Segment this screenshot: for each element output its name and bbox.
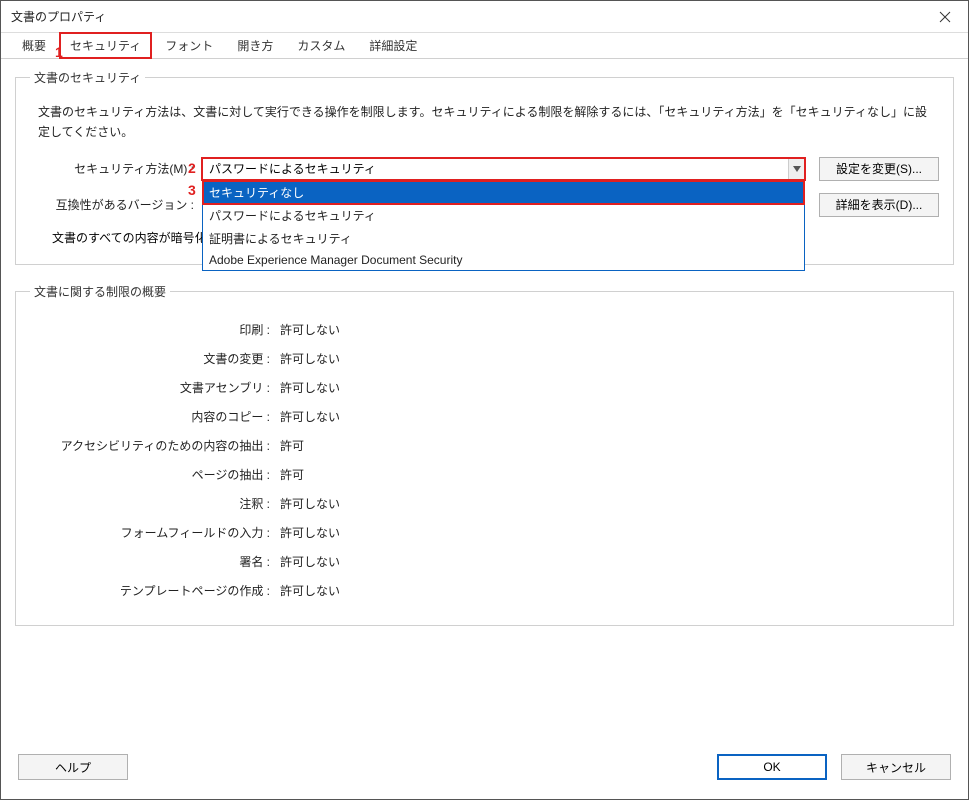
right-buttons: OK キャンセル [717,754,951,780]
content-area: 文書のセキュリティ 文書のセキュリティ方法は、文書に対して実行できる操作を制限し… [1,59,968,704]
security-groupbox: 文書のセキュリティ 文書のセキュリティ方法は、文書に対して実行できる操作を制限し… [15,69,954,265]
restriction-value: 許可しない [280,553,340,570]
tab-custom[interactable]: カスタム [286,32,356,58]
annotation-1: 1 [55,44,63,60]
restriction-label: 印刷 : [30,321,280,338]
security-description: 文書のセキュリティ方法は、文書に対して実行できる操作を制限します。セキュリティに… [38,102,935,143]
restriction-label: 署名 : [30,553,280,570]
dialog-footer: ヘルプ OK キャンセル [0,748,969,800]
option-certificate-security[interactable]: 証明書によるセキュリティ [203,227,804,250]
security-method-value: パスワードによるセキュリティ [209,160,376,177]
restriction-row: 内容のコピー :許可しない [30,408,939,425]
security-method-select[interactable]: パスワードによるセキュリティ [202,158,805,180]
title-bar: 文書のプロパティ [1,1,968,33]
restriction-label: 注釈 : [30,495,280,512]
restriction-label: アクセシビリティのための内容の抽出 : [30,437,280,454]
restriction-label: フォームフィールドの入力 : [30,524,280,541]
restriction-label: 内容のコピー : [30,408,280,425]
restriction-row: 注釈 :許可しない [30,495,939,512]
restriction-value: 許可しない [280,495,340,512]
restriction-row: アクセシビリティのための内容の抽出 :許可 [30,437,939,454]
restriction-row: ページの抽出 :許可 [30,466,939,483]
tab-advanced[interactable]: 詳細設定 [358,32,428,58]
restrictions-groupbox: 文書に関する制限の概要 印刷 :許可しない文書の変更 :許可しない文書アセンブリ… [15,283,954,626]
annotation-2: 2 [188,160,196,176]
restriction-value: 許可 [280,437,304,454]
close-button[interactable] [922,1,968,33]
help-button[interactable]: ヘルプ [18,754,128,780]
tab-strip: 概要 セキュリティ フォント 開き方 カスタム 詳細設定 [1,33,968,59]
tab-security[interactable]: セキュリティ [59,32,152,59]
restriction-value: 許可しない [280,379,340,396]
show-details-button[interactable]: 詳細を表示(D)... [819,193,939,217]
restriction-value: 許可しない [280,350,340,367]
restriction-row: 文書アセンブリ :許可しない [30,379,939,396]
tab-fonts[interactable]: フォント [154,32,224,58]
encrypt-label: 文書のすべての内容が暗号化 [30,229,207,246]
restrictions-legend: 文書に関する制限の概要 [30,283,170,300]
restriction-label: ページの抽出 : [30,466,280,483]
annotation-3: 3 [188,182,196,198]
restriction-row: フォームフィールドの入力 :許可しない [30,524,939,541]
option-aem-security[interactable]: Adobe Experience Manager Document Securi… [203,250,804,270]
compatibility-label: 互換性があるバージョン : [30,196,202,213]
chevron-down-icon [788,159,804,179]
restriction-value: 許可しない [280,321,340,338]
restriction-row: 印刷 :許可しない [30,321,939,338]
change-settings-button[interactable]: 設定を変更(S)... [819,157,939,181]
restriction-value: 許可しない [280,408,340,425]
restriction-row: 文書の変更 :許可しない [30,350,939,367]
restriction-label: 文書の変更 : [30,350,280,367]
restriction-label: 文書アセンブリ : [30,379,280,396]
security-legend: 文書のセキュリティ [30,69,145,86]
tab-summary[interactable]: 概要 [11,32,57,58]
restriction-label: テンプレートページの作成 : [30,582,280,599]
restriction-row: テンプレートページの作成 :許可しない [30,582,939,599]
restriction-value: 許可しない [280,524,340,541]
restriction-value: 許可 [280,466,304,483]
close-icon [939,11,951,23]
cancel-button[interactable]: キャンセル [841,754,951,780]
restriction-value: 許可しない [280,582,340,599]
restriction-row: 署名 :許可しない [30,553,939,570]
option-password-security[interactable]: パスワードによるセキュリティ [203,204,804,227]
security-method-label: セキュリティ方法(M) : [30,160,202,177]
security-method-row: セキュリティ方法(M) : パスワードによるセキュリティ 2 3 セキュリティな… [30,157,939,181]
option-no-security[interactable]: セキュリティなし [203,181,804,204]
ok-button[interactable]: OK [717,754,827,780]
security-method-dropdown: セキュリティなし パスワードによるセキュリティ 証明書によるセキュリティ Ado… [202,180,805,271]
window-title: 文書のプロパティ [11,8,106,25]
security-method-select-wrap: パスワードによるセキュリティ 2 3 セキュリティなし パスワードによるセキュリ… [202,158,805,180]
restrictions-list: 印刷 :許可しない文書の変更 :許可しない文書アセンブリ :許可しない内容のコピ… [30,321,939,599]
tab-initial-view[interactable]: 開き方 [226,32,284,58]
